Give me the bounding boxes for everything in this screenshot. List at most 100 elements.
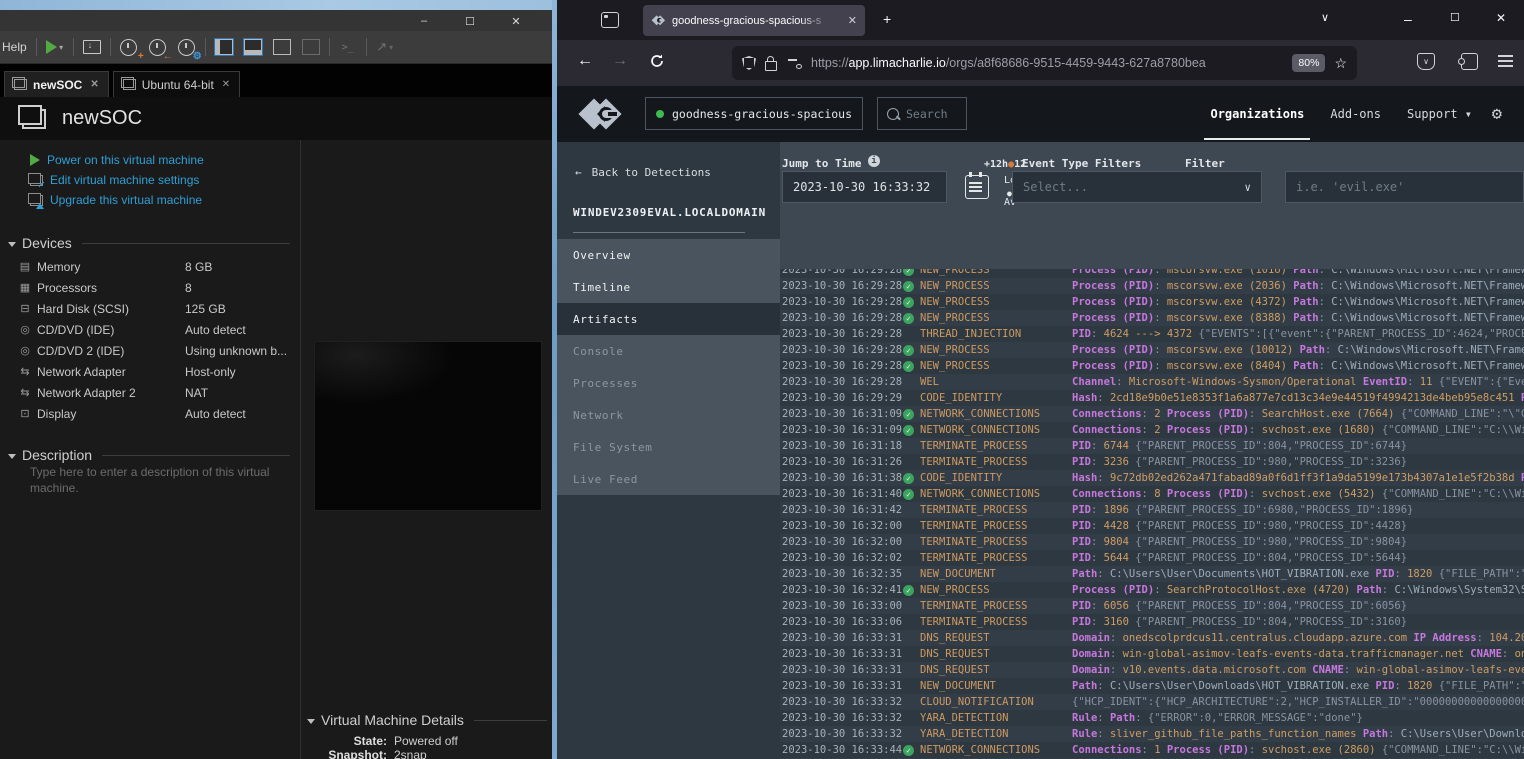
sidebar-item-processes[interactable]: Processes (557, 367, 780, 399)
close-icon[interactable]: ✕ (222, 79, 230, 90)
timeline-row[interactable]: 2023-10-30 16:33:31 DNS_REQUEST Domain: v1… (780, 662, 1524, 678)
timeline-row[interactable]: 2023-10-30 16:32:00 TERMINATE_PROCESS PID:… (780, 534, 1524, 550)
timeline-row[interactable]: 2023-10-30 16:31:09 ✓ NETWORK_CONNECTIONS C… (780, 422, 1524, 438)
timeline-row[interactable]: 2023-10-30 16:32:00 TERMINATE_PROCESS PID:… (780, 518, 1524, 534)
timeline-row[interactable]: 2023-10-30 16:29:28 ✓ NEW_PROCESS Process (… (780, 358, 1524, 374)
timeline-row[interactable]: 2023-10-30 16:29:28 ✓ NEW_PROCESS Process (… (780, 269, 1524, 278)
jump-to-time-input[interactable]: 2023-10-30 16:33:32 (782, 171, 947, 203)
browser-close-button[interactable]: ✕ (1496, 11, 1506, 25)
browser-maximize-button[interactable]: ☐ (1450, 11, 1460, 24)
device-row[interactable]: ⊟ Hard Disk (SCSI) 125 GB (0, 298, 290, 319)
firefox-titlebar[interactable]: goodness-gracious-spacious-s ✕ + ∨ – ☐ ✕ (557, 0, 1524, 40)
timeline-row[interactable]: 2023-10-30 16:29:28 THREAD_INJECTION PID: … (780, 326, 1524, 342)
browser-tab[interactable]: goodness-gracious-spacious-s ✕ (643, 5, 865, 36)
vm-tab-newsoc[interactable]: newSOC ✕ (4, 71, 109, 97)
vm-link-upgrade[interactable]: Upgrade this virtual machine (28, 190, 204, 210)
show-thumbnail-bar-toggle[interactable] (242, 37, 264, 57)
device-row[interactable]: ◎ CD/DVD (IDE) Auto detect (0, 319, 290, 340)
send-ctrl-alt-del-button[interactable] (81, 37, 103, 57)
permissions-icon[interactable] (788, 56, 802, 70)
sidebar-item-live-feed[interactable]: Live Feed (557, 463, 780, 495)
extensions-puzzle-icon[interactable] (1458, 53, 1478, 70)
sidebar-item-overview[interactable]: Overview (557, 239, 780, 271)
pocket-icon[interactable]: ∨ (1417, 53, 1435, 70)
firefox-view-icon[interactable] (601, 12, 619, 28)
device-row[interactable]: ▦ Processors 8 (0, 277, 290, 298)
bookmark-star-icon[interactable]: ☆ (1334, 55, 1347, 72)
timeline-row[interactable]: 2023-10-30 16:32:41 ✓ NEW_PROCESS Process (… (780, 582, 1524, 598)
timeline-row[interactable]: 2023-10-30 16:33:31 DNS_REQUEST Domain: on… (780, 630, 1524, 646)
timeline-row[interactable]: 2023-10-30 16:31:42 TERMINATE_PROCESS PID:… (780, 502, 1524, 518)
timeline-row[interactable]: 2023-10-30 16:31:38 ✓ CODE_IDENTITY Hash: 9… (780, 470, 1524, 486)
org-selector[interactable]: goodness-gracious-spacious-sp (645, 97, 863, 130)
description-section-header[interactable]: Description (8, 447, 290, 463)
new-tab-button[interactable]: + (883, 11, 891, 27)
browser-minimize-button[interactable]: – (1404, 11, 1412, 27)
sidebar-item-artifacts[interactable]: Artifacts (557, 303, 780, 335)
device-row[interactable]: ◎ CD/DVD 2 (IDE) Using unknown b... (0, 340, 290, 361)
timeline-row[interactable]: 2023-10-30 16:31:09 ✓ NETWORK_CONNECTIONS C… (780, 406, 1524, 422)
device-row[interactable]: ▤ Memory 8 GB (0, 256, 290, 277)
timeline-row[interactable]: 2023-10-30 16:32:02 TERMINATE_PROCESS PID:… (780, 550, 1524, 566)
url-bar[interactable]: https://app.limacharlie.io/orgs/a8f68686… (732, 46, 1357, 80)
sidebar-item-timeline[interactable]: Timeline (557, 271, 780, 303)
device-row[interactable]: ⊡ Display Auto detect (0, 403, 290, 424)
show-library-toggle[interactable] (213, 37, 235, 57)
list-tabs-chevron-icon[interactable]: ∨ (1321, 11, 1329, 24)
device-row[interactable]: ⇆ Network Adapter 2 NAT (0, 382, 290, 403)
back-button[interactable]: ← (577, 52, 593, 70)
sidebar-item-file-system[interactable]: File System (557, 431, 780, 463)
tracking-shield-icon[interactable] (742, 56, 756, 70)
timeline-row[interactable]: 2023-10-30 16:32:35 NEW_DOCUMENT Path: C:\… (780, 566, 1524, 582)
timeline-row[interactable]: 2023-10-30 16:31:18 TERMINATE_PROCESS PID:… (780, 438, 1524, 454)
fullscreen-button[interactable] (271, 37, 293, 57)
manage-snapshots-button[interactable]: ⚙ (176, 37, 202, 62)
tab-close-icon[interactable]: ✕ (848, 14, 857, 27)
nav-support[interactable]: Support ▾ (1407, 86, 1472, 142)
timeline-row[interactable]: 2023-10-30 16:33:31 NEW_DOCUMENT Path: C:\… (780, 678, 1524, 694)
timeline-row[interactable]: 2023-10-30 16:29:29 CODE_IDENTITY Hash: 2c… (780, 390, 1524, 406)
gear-icon[interactable]: ⚙ (1492, 104, 1502, 124)
vm-tab-ubuntu-64-bit[interactable]: Ubuntu 64-bit ✕ (112, 71, 241, 97)
timeline-row[interactable]: 2023-10-30 16:33:31 DNS_REQUEST Domain: wi… (780, 646, 1524, 662)
url-text[interactable]: https://app.limacharlie.io/orgs/a8f68686… (811, 56, 1283, 70)
calendar-icon[interactable] (965, 172, 989, 199)
timeline-row[interactable]: 2023-10-30 16:31:40 ✓ NETWORK_CONNECTIONS C… (780, 486, 1524, 502)
timeline-row[interactable]: 2023-10-30 16:29:28 WEL Channel: Microsoft… (780, 374, 1524, 390)
description-placeholder[interactable]: Type here to enter a description of this… (30, 464, 290, 496)
timeline-row[interactable]: 2023-10-30 16:33:32 CLOUD_NOTIFICATION {"H… (780, 694, 1524, 710)
revert-snapshot-button[interactable]: ← (147, 37, 173, 62)
back-to-detections[interactable]: ← Back to Detections (575, 166, 711, 179)
timeline-row[interactable]: 2023-10-30 16:29:28 ✓ NEW_PROCESS Process (… (780, 310, 1524, 326)
timeline-row[interactable]: 2023-10-30 16:33:44✓ NETWORK_CONNECTIONS C… (780, 742, 1524, 758)
take-snapshot-button[interactable]: + (118, 37, 144, 62)
timeline-rows[interactable]: 2023-10-30 16:29:28 ✓ NEW_PROCESS Process (… (780, 269, 1524, 759)
power-play-button[interactable]: ▾ (44, 37, 66, 57)
global-search[interactable]: Search (877, 97, 967, 130)
vm-details-section-header[interactable]: Virtual Machine Details (307, 712, 547, 728)
timeline-row[interactable]: 2023-10-30 16:29:28 ✓ NEW_PROCESS Process (… (780, 278, 1524, 294)
vmware-titlebar[interactable]: – ☐ ✕ (0, 10, 552, 31)
timeline-row[interactable]: 2023-10-30 16:33:06 TERMINATE_PROCESS PID:… (780, 614, 1524, 630)
menu-help[interactable]: Help (2, 40, 27, 54)
nav-add-ons[interactable]: Add-ons (1330, 86, 1381, 142)
nav-organizations[interactable]: Organizations (1204, 86, 1311, 142)
timeline-row[interactable]: 2023-10-30 16:29:28 ✓ NEW_PROCESS Process (… (780, 342, 1524, 358)
filter-input[interactable]: i.e. 'evil.exe' (1285, 171, 1524, 203)
vm-screen-thumbnail[interactable] (314, 341, 542, 511)
device-row[interactable]: ⇆ Network Adapter Host-only (0, 361, 290, 382)
sidebar-item-network[interactable]: Network (557, 399, 780, 431)
vmware-close-button[interactable]: ✕ (508, 13, 524, 29)
sidebar-item-console[interactable]: Console (557, 335, 780, 367)
info-icon[interactable]: i (868, 155, 880, 167)
vmware-maximize-button[interactable]: ☐ (462, 13, 478, 29)
close-icon[interactable]: ✕ (90, 79, 98, 90)
event-type-filters-select[interactable]: Select... ∨ (1012, 171, 1262, 203)
timeline-row[interactable]: 2023-10-30 16:33:32 YARA_DETECTION Rule: s… (780, 726, 1524, 742)
zoom-level-badge[interactable]: 80% (1292, 54, 1326, 72)
reload-button[interactable] (649, 53, 665, 69)
timeline-row[interactable]: 2023-10-30 16:31:26 TERMINATE_PROCESS PID:… (780, 454, 1524, 470)
hamburger-menu-icon[interactable] (1498, 55, 1513, 67)
vm-link-edit-settings[interactable]: Edit virtual machine settings (28, 170, 204, 190)
devices-section-header[interactable]: Devices (8, 235, 290, 251)
